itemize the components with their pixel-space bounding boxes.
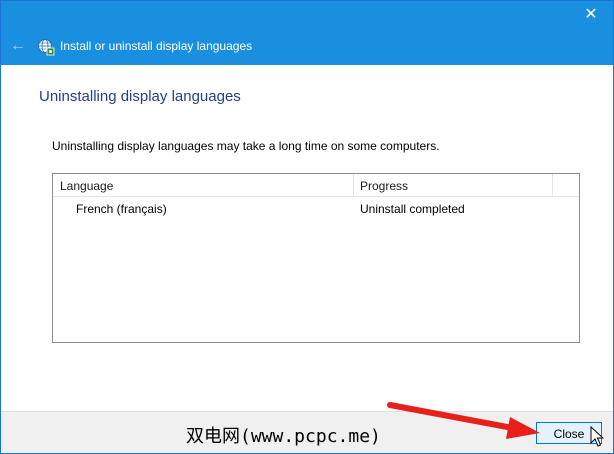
globe-settings-icon — [38, 39, 55, 56]
back-arrow-icon[interactable]: ← — [9, 37, 27, 55]
page-description: Uninstalling display languages may take … — [52, 139, 440, 153]
language-cell: French (français) — [76, 202, 167, 216]
window-close-button[interactable]: ✕ — [569, 1, 613, 29]
mouse-cursor-icon — [590, 426, 604, 447]
column-header-language[interactable]: Language — [60, 179, 113, 193]
language-list[interactable]: Language Progress French (français) Unin… — [52, 173, 580, 343]
red-arrow-icon — [387, 402, 540, 439]
column-divider — [353, 174, 354, 196]
list-header: Language Progress — [53, 174, 579, 197]
watermark-text: 双电网(www.pcpc.me) — [186, 426, 381, 447]
table-row[interactable]: French (français) Uninstall completed — [53, 198, 579, 218]
navigation-bar: ← Install or uninstall display languages — [1, 29, 613, 65]
progress-cell: Uninstall completed — [360, 202, 465, 216]
window-title: Install or uninstall display languages — [60, 39, 253, 53]
column-header-progress[interactable]: Progress — [360, 179, 408, 193]
dialog-window: ✕ ← Install or uninstall display languag… — [0, 0, 614, 454]
column-divider — [552, 174, 553, 196]
page-heading: Uninstalling display languages — [39, 88, 241, 105]
title-bar: ✕ — [1, 1, 613, 29]
